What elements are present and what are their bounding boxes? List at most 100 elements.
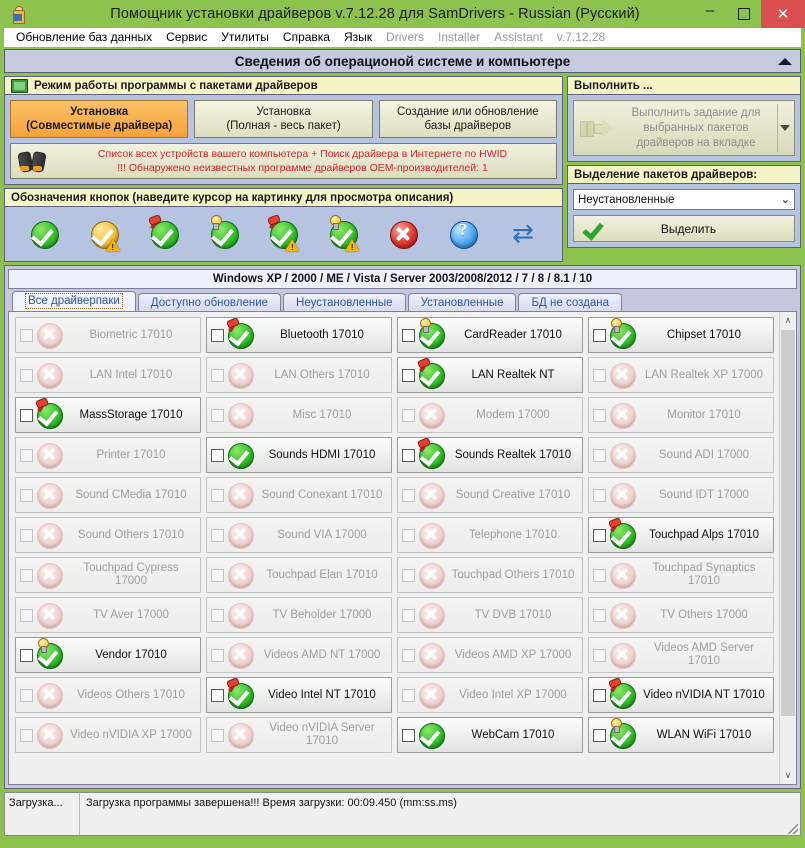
package-checkbox[interactable]: [20, 648, 33, 662]
package-item[interactable]: Sounds HDMI 17010: [206, 437, 392, 473]
chevron-up-icon[interactable]: ∧: [780, 312, 796, 329]
legend-green-check-bulb-icon[interactable]: [209, 215, 239, 249]
package-checkbox[interactable]: [402, 448, 415, 462]
package-checkbox[interactable]: [593, 528, 606, 542]
package-checkbox[interactable]: [593, 328, 606, 342]
menu-item-service[interactable]: Сервис: [159, 29, 214, 46]
menu-item-update-db[interactable]: Обновление баз данных: [9, 29, 159, 46]
package-item[interactable]: Videos AMD Server 17010: [588, 637, 774, 673]
package-item[interactable]: Sound IDT 17000: [588, 477, 774, 513]
package-item[interactable]: TV Aver 17000: [15, 597, 201, 633]
tab-not-installed[interactable]: Неустановленные: [283, 293, 406, 311]
hwid-search-button[interactable]: Список всех устройств вашего компьютера …: [10, 143, 557, 179]
package-checkbox[interactable]: [20, 408, 33, 422]
menu-item-utilities[interactable]: Утилиты: [214, 29, 276, 46]
package-item[interactable]: Sound Others 17010: [15, 517, 201, 553]
execute-task-button[interactable]: Выполнить задание для выбранных пакетов …: [573, 100, 795, 156]
package-item[interactable]: Biometric 17010: [15, 317, 201, 353]
package-item[interactable]: Touchpad Cypress 17000: [15, 557, 201, 593]
package-item[interactable]: TV Beholder 17000: [206, 597, 392, 633]
package-item[interactable]: Sound Conexant 17010: [206, 477, 392, 513]
tab-db-not-created[interactable]: БД не создана: [518, 293, 622, 311]
package-item[interactable]: Videos AMD NT 17000: [206, 637, 392, 673]
package-checkbox[interactable]: [402, 368, 415, 382]
package-item[interactable]: Videos AMD XP 17000: [397, 637, 583, 673]
triangle-up-icon[interactable]: [778, 58, 792, 65]
red-cross-icon: [609, 402, 636, 429]
packages-scrollbar[interactable]: ∧ ∨: [779, 312, 796, 784]
package-item[interactable]: Misc 17010: [206, 397, 392, 433]
package-checkbox[interactable]: [211, 328, 224, 342]
package-item[interactable]: TV DVB 17010: [397, 597, 583, 633]
package-item[interactable]: Touchpad Synaptics 17010: [588, 557, 774, 593]
package-item[interactable]: Monitor 17010: [588, 397, 774, 433]
maximize-button[interactable]: [727, 0, 761, 28]
package-item[interactable]: Touchpad Others 17010: [397, 557, 583, 593]
package-item[interactable]: Touchpad Elan 17010: [206, 557, 392, 593]
scrollbar-thumb[interactable]: [781, 330, 795, 716]
legend-red-cross-icon[interactable]: [388, 219, 419, 249]
package-checkbox[interactable]: [402, 328, 415, 342]
red-cross-icon: [609, 442, 636, 469]
mode-button-create-db[interactable]: Создание или обновление базы драйверов: [378, 100, 557, 138]
menu-item-language[interactable]: Язык: [337, 29, 379, 46]
minimize-button[interactable]: –: [693, 0, 727, 32]
package-item[interactable]: Sound VIA 17000: [206, 517, 392, 553]
close-button[interactable]: ✕: [761, 0, 805, 28]
package-checkbox: [402, 488, 415, 502]
package-item[interactable]: Video Intel NT 17010: [206, 677, 392, 713]
selection-combobox[interactable]: Неустановленные ⌄: [573, 189, 795, 210]
package-item[interactable]: Sound ADI 17000: [588, 437, 774, 473]
package-checkbox[interactable]: [593, 688, 606, 702]
package-checkbox[interactable]: [593, 728, 606, 742]
legend-refresh-arrows-icon[interactable]: ⇄: [508, 220, 538, 248]
package-item[interactable]: Touchpad Alps 17010: [588, 517, 774, 553]
package-item[interactable]: Video nVIDIA NT 17010: [588, 677, 774, 713]
package-item[interactable]: WLAN WiFi 17010: [588, 717, 774, 753]
package-item[interactable]: Sounds Realtek 17010: [397, 437, 583, 473]
package-item[interactable]: Vendor 17010: [15, 637, 201, 673]
package-item[interactable]: WebCam 17010: [397, 717, 583, 753]
tab-update-available[interactable]: Доступно обновление: [137, 293, 282, 311]
package-item[interactable]: Video nVIDIA XP 17000: [15, 717, 201, 753]
package-item[interactable]: LAN Realtek NT: [397, 357, 583, 393]
package-item[interactable]: TV Others 17000: [588, 597, 774, 633]
system-info-header[interactable]: Сведения об операционой системе и компью…: [4, 49, 801, 73]
packages-grid-container: Biometric 17010 Bluetooth 17010 CardReader…: [8, 311, 797, 785]
package-item[interactable]: Videos Others 17010: [15, 677, 201, 713]
select-button[interactable]: Выделить: [573, 215, 795, 242]
package-item[interactable]: Modem 17000: [397, 397, 583, 433]
legend-green-check-pin-warning-icon[interactable]: !: [268, 219, 300, 252]
package-item[interactable]: LAN Intel 17010: [15, 357, 201, 393]
mode-button-compatible[interactable]: Установка (Совместимые драйвера): [10, 100, 189, 138]
package-item[interactable]: Video Intel XP 17000: [397, 677, 583, 713]
package-checkbox[interactable]: [211, 688, 224, 702]
tab-installed[interactable]: Установленные: [407, 293, 517, 311]
caret-down-icon[interactable]: [780, 125, 790, 131]
chevron-down-icon[interactable]: ∨: [780, 767, 796, 784]
package-checkbox[interactable]: [211, 448, 224, 462]
legend-green-check-bulb-warning-icon[interactable]: !: [328, 215, 360, 252]
package-item[interactable]: Telephone 17010: [397, 517, 583, 553]
package-item[interactable]: Printer 17010: [15, 437, 201, 473]
resize-grip-icon[interactable]: [788, 824, 798, 834]
package-item[interactable]: Video nVIDIA Server 17010: [206, 717, 392, 753]
chevron-down-icon[interactable]: ⌄: [781, 193, 790, 206]
package-item[interactable]: Sound Creative 17010: [397, 477, 583, 513]
package-item[interactable]: CardReader 17010: [397, 317, 583, 353]
legend-blue-question-icon[interactable]: ?: [448, 219, 479, 249]
package-item[interactable]: LAN Realtek XP 17000: [588, 357, 774, 393]
legend-gold-check-warning-icon[interactable]: !: [89, 219, 120, 252]
package-item[interactable]: Sound CMedia 17010: [15, 477, 201, 513]
legend-green-check-pin-icon[interactable]: [149, 219, 179, 249]
package-item[interactable]: LAN Others 17010: [206, 357, 392, 393]
pin-badge-icon: [417, 439, 430, 452]
tab-all-driverpacks[interactable]: Все драйверпаки: [12, 291, 136, 311]
package-item[interactable]: Chipset 17010: [588, 317, 774, 353]
menu-item-help[interactable]: Справка: [276, 29, 337, 46]
package-checkbox[interactable]: [402, 728, 415, 742]
package-item[interactable]: Bluetooth 17010: [206, 317, 392, 353]
mode-button-full[interactable]: Установка (Полная - весь пакет): [194, 100, 373, 138]
package-item[interactable]: MassStorage 17010: [15, 397, 201, 433]
legend-green-check-icon[interactable]: [29, 219, 59, 249]
